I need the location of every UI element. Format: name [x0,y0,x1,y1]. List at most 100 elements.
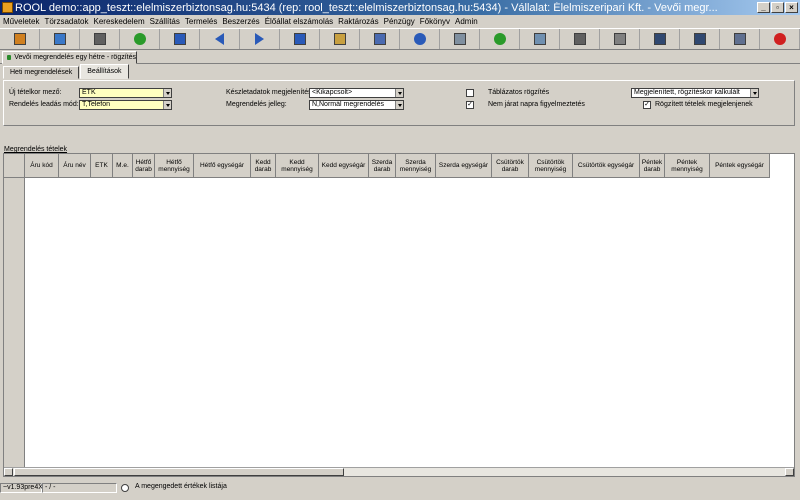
info-button[interactable] [400,29,440,49]
form-icon [453,33,466,45]
cancel-icon [773,33,786,45]
new-item-field-select[interactable]: ETK [79,88,172,98]
list-button[interactable] [560,29,600,49]
chevron-down-icon[interactable] [163,89,171,97]
open-button[interactable] [40,29,80,49]
window-button[interactable] [720,29,760,49]
not-running-warning-checkbox[interactable]: ✓ [466,101,474,109]
order-type-label: Megrendelés jelleg: [226,101,287,108]
refresh-icon [133,33,146,45]
chevron-down-icon[interactable] [395,89,403,97]
edit-button[interactable] [320,29,360,49]
recycle-icon [493,33,506,45]
menu-item[interactable]: Főkönyv [420,17,450,26]
status-bar: ~v1.93pre4X - / - A megengedett értékek … [0,482,800,494]
window-title: ROOL demo::app_teszt::elelmiszerbiztonsa… [15,1,718,14]
tab-weekly-orders[interactable]: Heti megrendelések [3,66,80,79]
order-mode-select[interactable]: T,Telefon [79,100,172,110]
scroll-left-button[interactable] [4,468,13,476]
close-window-button[interactable]: × [785,2,798,13]
column-header[interactable]: Kedd egységár [319,154,369,178]
save-button[interactable] [80,29,120,49]
menu-item[interactable]: Raktározás [338,17,378,26]
column-header[interactable]: Hétfő darab [133,154,155,178]
column-header[interactable]: M.e. [113,154,133,178]
menu-item[interactable]: Admin [455,17,478,26]
restore-button[interactable]: ▫ [771,2,784,13]
status-version: ~v1.93pre4X [0,483,43,493]
column-header[interactable]: Kedd mennyiség [276,154,319,178]
menu-item[interactable]: Műveletek [3,17,39,26]
minimize-button[interactable]: _ [757,2,770,13]
column-header[interactable]: Péntek darab [640,154,665,178]
scroll-right-button[interactable] [785,468,794,476]
cancel-button[interactable] [760,29,800,49]
save-icon [93,33,106,45]
column-header[interactable]: Hétfő egységár [194,154,251,178]
grid-header: Áru kód Áru név ETK M.e. Hétfő darab Hétfő me… [4,154,770,178]
grid-button[interactable] [640,29,680,49]
stock-display-label: Készletadatok megjelenítés: [226,89,314,96]
column-header[interactable]: Áru kód [25,154,59,178]
allowed-values-label: A megengedett értékek listája [135,483,227,490]
menu-item[interactable]: Pénzügy [384,17,415,26]
column-header[interactable]: Csütörtök egységár [573,154,640,178]
menu-item[interactable]: Kereskedelem [94,17,145,26]
calc-mode-value: Megjelenített, rögzítéskor kalkulált [634,89,740,96]
previous-record-button[interactable] [200,29,240,49]
first-record-icon [173,33,186,45]
column-header[interactable]: Áru név [59,154,91,178]
recycle-button[interactable] [480,29,520,49]
scroll-thumb[interactable] [14,468,344,476]
stock-display-select[interactable]: <Kikapcsolt> [309,88,404,98]
column-header[interactable]: Péntek mennyiség [665,154,710,178]
database-button[interactable] [360,29,400,49]
window-icon [733,33,746,45]
menu-item[interactable]: Termelés [185,17,217,26]
allowed-values-radio[interactable] [121,484,129,492]
column-header[interactable]: Csütörtök mennyiség [529,154,573,178]
column-header[interactable]: Hétfő mennyiség [155,154,194,178]
tab-status-icon [7,55,12,60]
chevron-down-icon[interactable] [163,101,171,109]
order-type-select[interactable]: N,Normál megrendelés [309,100,404,110]
document-tab-strip: Vevői megrendelés egy hétre - rögzítés [0,50,800,64]
search-button[interactable] [520,29,560,49]
chevron-down-icon[interactable] [750,89,758,97]
table-entry-checkbox[interactable] [466,89,474,97]
row-header-column [4,178,25,468]
first-record-button[interactable] [160,29,200,49]
menu-item[interactable]: Törzsadatok [44,17,88,26]
menu-item[interactable]: Szállítás [150,17,180,26]
next-record-button[interactable] [240,29,280,49]
show-saved-items-checkbox[interactable]: ✓ [643,101,651,109]
refresh-button[interactable] [120,29,160,49]
app-icon [2,2,13,13]
order-items-grid[interactable]: Áru kód Áru név ETK M.e. Hétfő darab Hétfő me… [3,153,795,477]
column-header[interactable]: Szerda darab [369,154,396,178]
document-tab[interactable]: Vevői megrendelés egy hétre - rögzítés [2,51,137,64]
settings-panel: Új tételkor mező: ETK Rendelés leadás mó… [3,80,795,126]
tab-settings[interactable]: Beállítások [80,64,129,79]
new-doc-button[interactable] [0,29,40,49]
column-header[interactable]: Csütörtök darab [492,154,529,178]
window-titlebar[interactable]: ROOL demo::app_teszt::elelmiszerbiztonsa… [0,0,800,15]
grid-settings-button[interactable] [680,29,720,49]
menu-bar: Műveletek Törzsadatok Kereskedelem Szállítá… [0,15,800,28]
last-record-button[interactable] [280,29,320,49]
column-header[interactable]: ETK [91,154,113,178]
horizontal-scrollbar[interactable] [4,467,794,476]
column-header[interactable]: Péntek egységár [710,154,770,178]
form-button[interactable] [440,29,480,49]
column-header[interactable]: Kedd darab [251,154,276,178]
status-state: - / - [42,483,117,493]
chevron-down-icon[interactable] [395,101,403,109]
menu-item[interactable]: Beszerzés [222,17,259,26]
print-button[interactable] [600,29,640,49]
menu-item[interactable]: Élőállat elszámolás [265,17,333,26]
inner-tabs: Heti megrendelések Beállítások [3,64,130,80]
column-header[interactable]: Szerda mennyiség [396,154,436,178]
last-record-icon [293,33,306,45]
calc-mode-select[interactable]: Megjelenített, rögzítéskor kalkulált [631,88,759,98]
column-header[interactable]: Szerda egységár [436,154,492,178]
